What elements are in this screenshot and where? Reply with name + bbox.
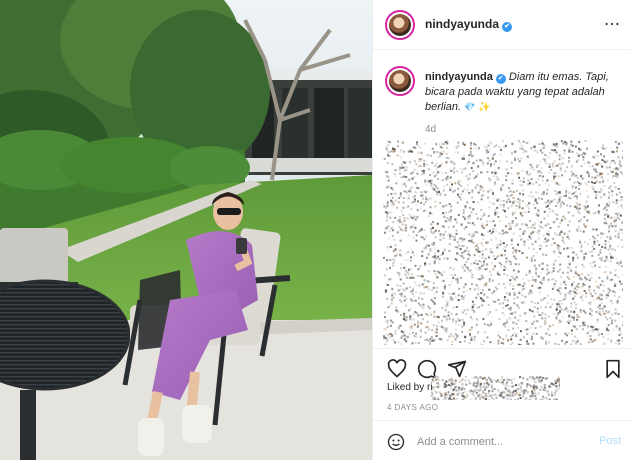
comment-input[interactable] xyxy=(417,431,577,453)
bookmark-icon[interactable] xyxy=(603,359,623,379)
redacted-likes xyxy=(430,376,560,400)
redacted-comments xyxy=(383,140,623,345)
verified-badge-icon: ✔ xyxy=(495,74,506,84)
post-photo[interactable] xyxy=(0,0,372,460)
header-username[interactable]: nindyayunda ✔ xyxy=(425,17,513,32)
more-options-icon[interactable]: ⋯ xyxy=(604,14,621,34)
post-photo-illustration xyxy=(0,0,372,460)
likes-summary[interactable]: Liked by ri xyxy=(387,382,433,393)
post-details-panel: nindyayunda ✔ ⋯ nindyayunda ✔ Diam itu ema… xyxy=(372,0,630,460)
header-username-text[interactable]: nindyayunda xyxy=(425,17,499,31)
heart-icon[interactable] xyxy=(387,359,407,379)
avatar[interactable] xyxy=(385,10,415,40)
caption-avatar[interactable] xyxy=(385,66,415,96)
gem-emoji: 💎 xyxy=(464,102,476,112)
caption-username[interactable]: nindyayunda xyxy=(425,71,493,83)
sparkles-emoji: ✨ xyxy=(478,102,491,113)
verified-badge-icon: ✔ xyxy=(502,22,513,32)
caption-text: nindyayunda ✔ Diam itu emas. Tapi, bicara… xyxy=(425,70,621,115)
caption-age: 4d xyxy=(425,124,437,135)
comment-bar: Post xyxy=(373,420,630,460)
post-header: nindyayunda ✔ ⋯ xyxy=(373,0,630,50)
emoji-icon[interactable] xyxy=(387,433,405,451)
likes-prefix: Liked by xyxy=(387,382,428,393)
post-button[interactable]: Post xyxy=(599,435,621,447)
post-date: 4 DAYS AGO xyxy=(387,403,439,412)
